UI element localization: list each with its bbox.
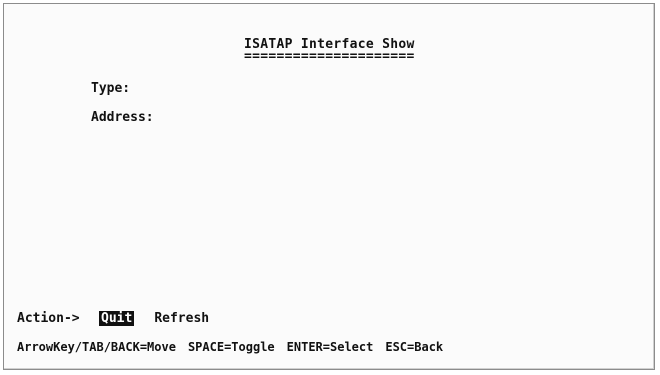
help-back: ESC=Back xyxy=(385,340,444,354)
action-label: Action-> xyxy=(17,311,80,326)
action-bar: Action-> Quit Refresh xyxy=(17,311,209,326)
help-toggle: SPACE=Toggle xyxy=(187,340,275,354)
refresh-action[interactable]: Refresh xyxy=(154,311,209,326)
keyboard-help: ArrowKey/TAB/BACK=Move SPACE=Toggle ENTE… xyxy=(17,340,443,354)
help-select: ENTER=Select xyxy=(286,340,374,354)
type-label: Type: xyxy=(91,81,131,96)
address-label: Address: xyxy=(91,110,154,125)
terminal-window: ISATAP Interface Show ==================… xyxy=(3,3,655,370)
title-underline: ===================== xyxy=(244,49,415,64)
help-move: ArrowKey/TAB/BACK=Move xyxy=(17,340,176,354)
quit-action[interactable]: Quit xyxy=(99,311,135,326)
